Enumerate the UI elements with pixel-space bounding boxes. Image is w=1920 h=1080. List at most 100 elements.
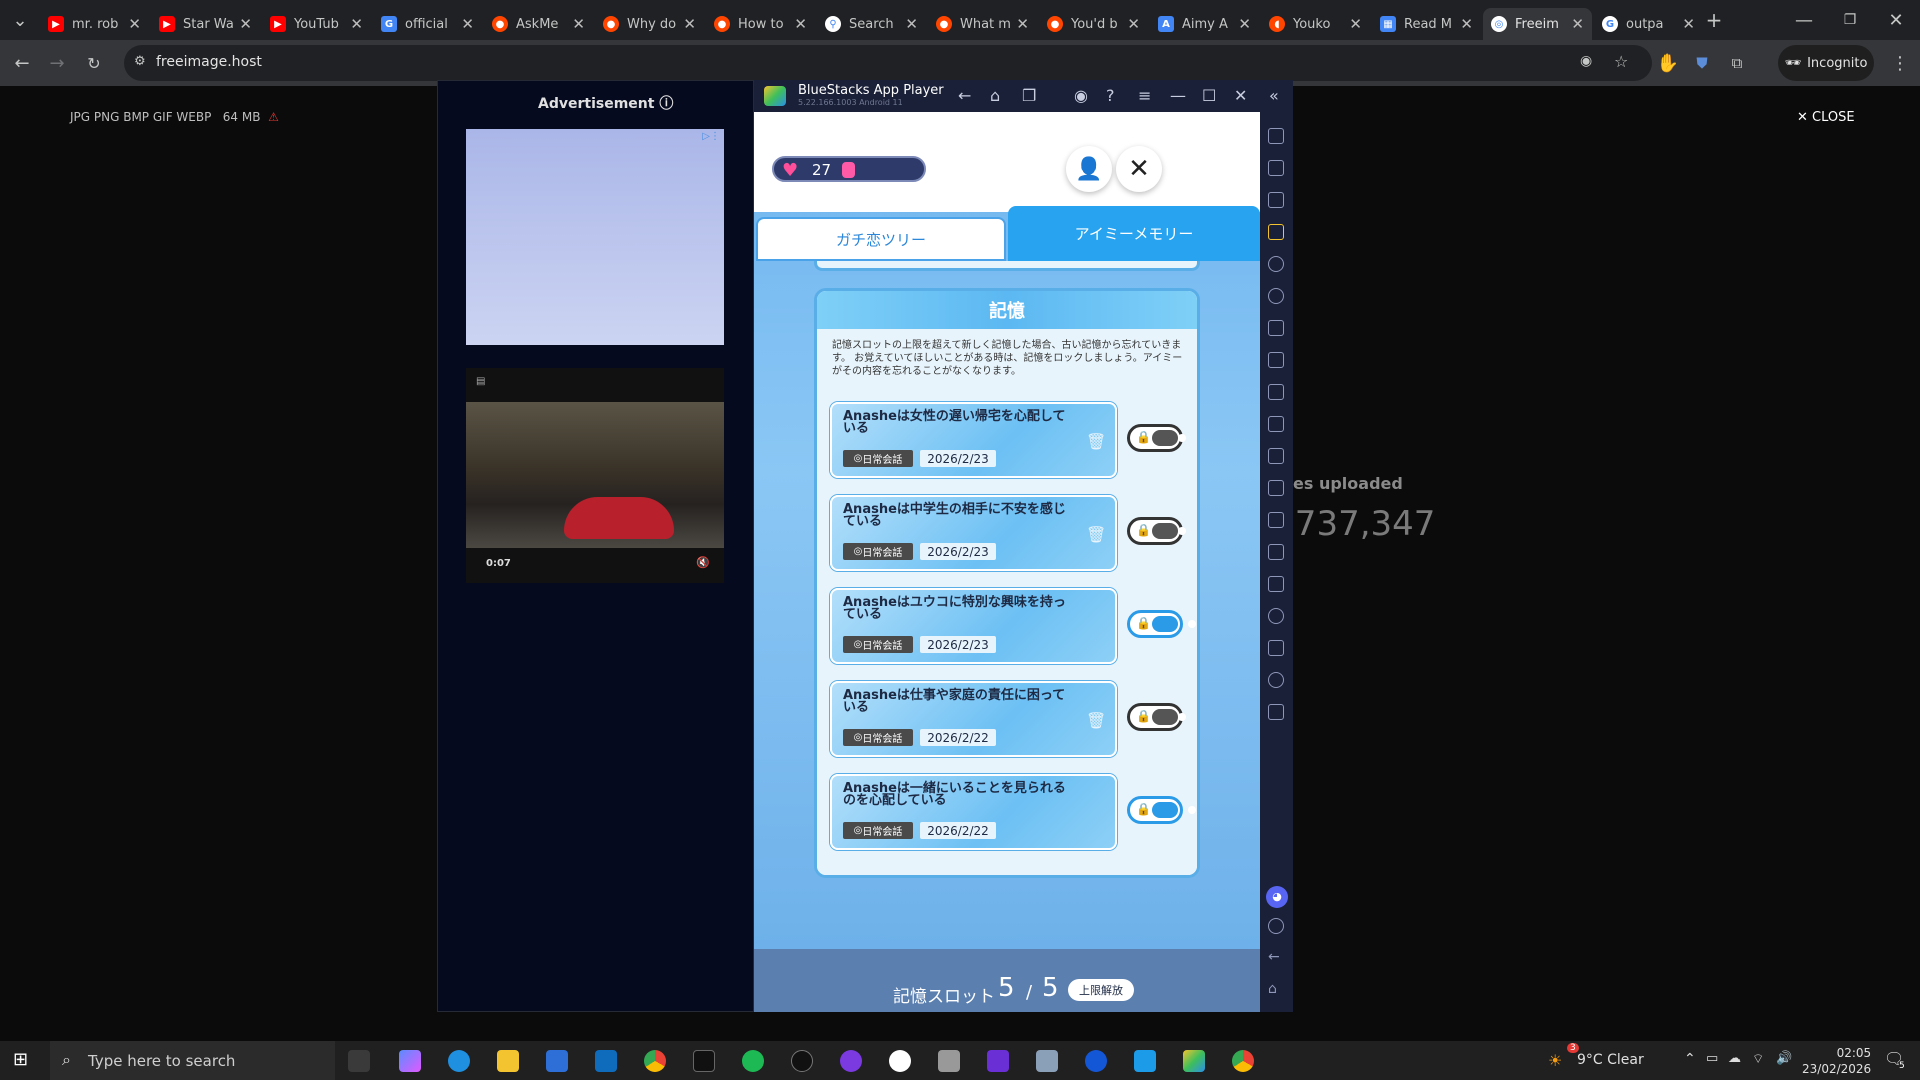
- bs-account-icon[interactable]: ◉: [1074, 86, 1088, 105]
- site-info-icon[interactable]: ⚙: [134, 54, 146, 69]
- edge-icon[interactable]: [448, 1050, 470, 1072]
- live-app-icon[interactable]: [693, 1050, 715, 1072]
- tab-close-icon[interactable]: ✕: [572, 15, 585, 33]
- chrome-icon[interactable]: [644, 1050, 666, 1072]
- fps-icon[interactable]: [1268, 352, 1284, 368]
- tab-close-icon[interactable]: ✕: [128, 15, 141, 33]
- tab-close-icon[interactable]: ✕: [1460, 15, 1473, 33]
- browser-tab[interactable]: ▶ YouTub ✕: [262, 8, 371, 40]
- close-window-icon[interactable]: ✕: [1882, 6, 1910, 34]
- windows-start-icon[interactable]: ⊞: [13, 1049, 28, 1070]
- file-explorer-icon[interactable]: [497, 1050, 519, 1072]
- bs-home-icon[interactable]: ⌂: [990, 86, 1000, 105]
- mute-icon[interactable]: 🔇: [696, 556, 710, 569]
- onedrive-icon[interactable]: ☁: [1728, 1051, 1741, 1066]
- gamepad-icon[interactable]: [1268, 448, 1284, 464]
- menu-kebab-icon[interactable]: ⋮: [1886, 49, 1914, 77]
- browser-tab[interactable]: ◖ Youko ✕: [1261, 8, 1370, 40]
- app-purple-icon[interactable]: [840, 1050, 862, 1072]
- layers-icon[interactable]: [1268, 640, 1284, 656]
- reload-icon[interactable]: ↻: [80, 49, 108, 77]
- speaker-icon[interactable]: 🔊: [1776, 1051, 1792, 1066]
- store-icon[interactable]: [546, 1050, 568, 1072]
- tab-close-icon[interactable]: ✕: [239, 15, 252, 33]
- tab-close-icon[interactable]: ✕: [1682, 15, 1695, 33]
- bs-collapse-sidebar-icon[interactable]: «: [1269, 86, 1279, 105]
- performance-icon[interactable]: [1268, 672, 1284, 688]
- memory-lock-toggle[interactable]: 🔒: [1127, 424, 1186, 452]
- task-view-icon[interactable]: [348, 1050, 370, 1072]
- outlook-icon[interactable]: [595, 1050, 617, 1072]
- tab-close-icon[interactable]: ✕: [1349, 15, 1362, 33]
- forward-icon[interactable]: →: [43, 49, 71, 77]
- chrome-incognito-taskbar-icon[interactable]: [1232, 1050, 1254, 1072]
- macro-icon[interactable]: [1268, 256, 1284, 272]
- browser-tab[interactable]: ● AskMe ✕: [484, 8, 593, 40]
- browser-tab[interactable]: ● Why do ✕: [595, 8, 704, 40]
- fullscreen-icon[interactable]: [1268, 128, 1284, 144]
- trash-icon[interactable]: 🗑: [1086, 432, 1106, 451]
- tab-close-icon[interactable]: ✕: [350, 15, 363, 33]
- tray-app-icon[interactable]: ▭: [1706, 1051, 1718, 1066]
- eye-slash-icon[interactable]: ◉: [1580, 53, 1592, 69]
- browser-tab[interactable]: ▦ Read M ✕: [1372, 8, 1481, 40]
- app-purple-square-icon[interactable]: [987, 1050, 1009, 1072]
- ad-video[interactable]: ▤ 0:07 🔇: [466, 368, 724, 583]
- browser-tab[interactable]: ● How to ✕: [706, 8, 815, 40]
- memory-lock-toggle[interactable]: 🔒: [1127, 796, 1196, 824]
- app-blue-icon[interactable]: [1134, 1050, 1156, 1072]
- trash-icon[interactable]: 🗑: [1086, 525, 1106, 544]
- chrome-profile-icon[interactable]: [889, 1050, 911, 1072]
- volume-icon[interactable]: [1268, 160, 1284, 176]
- app-dark-icon[interactable]: [791, 1050, 813, 1072]
- back-icon[interactable]: ←: [8, 49, 36, 77]
- memory-item[interactable]: Anasheは中学生の相手に不安を感じている ◎ 日常会話 2026/2/23 🗑: [830, 495, 1117, 571]
- erase-icon[interactable]: [1268, 576, 1284, 592]
- close-upload-button[interactable]: ✕ CLOSE: [1797, 110, 1855, 125]
- browser-tab[interactable]: ▶ mr. rob ✕: [40, 8, 149, 40]
- taskbar-clock[interactable]: 02:05 23/02/2026: [1802, 1045, 1871, 1077]
- close-game-button[interactable]: ✕: [1116, 146, 1162, 192]
- tab-close-icon[interactable]: ✕: [1016, 15, 1029, 33]
- browser-tab[interactable]: ● What m ✕: [928, 8, 1037, 40]
- browser-tab[interactable]: ▶ Star Wa ✕: [151, 8, 260, 40]
- sync-icon[interactable]: [1268, 288, 1284, 304]
- rotate-icon[interactable]: [1268, 544, 1284, 560]
- tab-close-icon[interactable]: ✕: [683, 15, 696, 33]
- memory-lock-toggle[interactable]: 🔒: [1127, 703, 1186, 731]
- bs-minimize-icon[interactable]: —: [1170, 86, 1186, 105]
- browser-tab[interactable]: Goutpa ✕: [1594, 8, 1703, 40]
- browser-tab[interactable]: A Aimy A ✕: [1150, 8, 1259, 40]
- settings-gear-icon[interactable]: [1268, 918, 1284, 934]
- browser-tab[interactable]: ◎ Freeim ✕: [1483, 8, 1592, 40]
- tab-gachikoi-tree[interactable]: ガチ恋ツリー: [756, 217, 1006, 261]
- memory-item[interactable]: Anasheは一緒にいることを見られるのを心配している ◎ 日常会話 2026/2/…: [830, 774, 1117, 850]
- browser-tab[interactable]: ● You'd b ✕: [1039, 8, 1148, 40]
- app-quill-icon[interactable]: [938, 1050, 960, 1072]
- tab-search-chevron-icon[interactable]: ⌄: [6, 6, 34, 34]
- game-controls-icon[interactable]: [1268, 224, 1284, 240]
- tab-close-icon[interactable]: ✕: [1571, 15, 1584, 33]
- minimize-icon[interactable]: —: [1790, 6, 1818, 34]
- tab-close-icon[interactable]: ✕: [461, 15, 474, 33]
- unlock-limit-button[interactable]: 上限解放: [1068, 979, 1134, 1001]
- tab-aimy-memory[interactable]: アイミーメモリー: [1008, 206, 1260, 261]
- bs-menu-icon[interactable]: ≡: [1138, 86, 1151, 105]
- new-tab-plus-icon[interactable]: +: [1700, 6, 1728, 34]
- tab-close-icon[interactable]: ✕: [1127, 15, 1140, 33]
- android-back-icon[interactable]: ←: [1268, 950, 1284, 966]
- extension-hand-icon[interactable]: ✋: [1654, 49, 1682, 77]
- memory-lock-toggle[interactable]: 🔒: [1127, 517, 1186, 545]
- spotify-icon[interactable]: [742, 1050, 764, 1072]
- capture-icon[interactable]: [1268, 416, 1284, 432]
- adchoices-icon[interactable]: ▷⋮: [702, 131, 720, 142]
- wifi-icon[interactable]: ⌔: [1752, 1051, 1764, 1067]
- android-home-icon[interactable]: ⌂: [1268, 982, 1284, 998]
- taskbar-search[interactable]: ⌕ Type here to search: [50, 1041, 335, 1080]
- tab-close-icon[interactable]: ✕: [1238, 15, 1251, 33]
- tab-close-icon[interactable]: ✕: [905, 15, 918, 33]
- bs-help-icon[interactable]: ?: [1106, 86, 1115, 105]
- media-folder-icon[interactable]: [1268, 480, 1284, 496]
- tray-chevron-icon[interactable]: ⌃: [1684, 1051, 1696, 1067]
- memory-item[interactable]: Anasheは女性の遅い帰宅を心配している ◎ 日常会話 2026/2/23 🗑: [830, 402, 1117, 478]
